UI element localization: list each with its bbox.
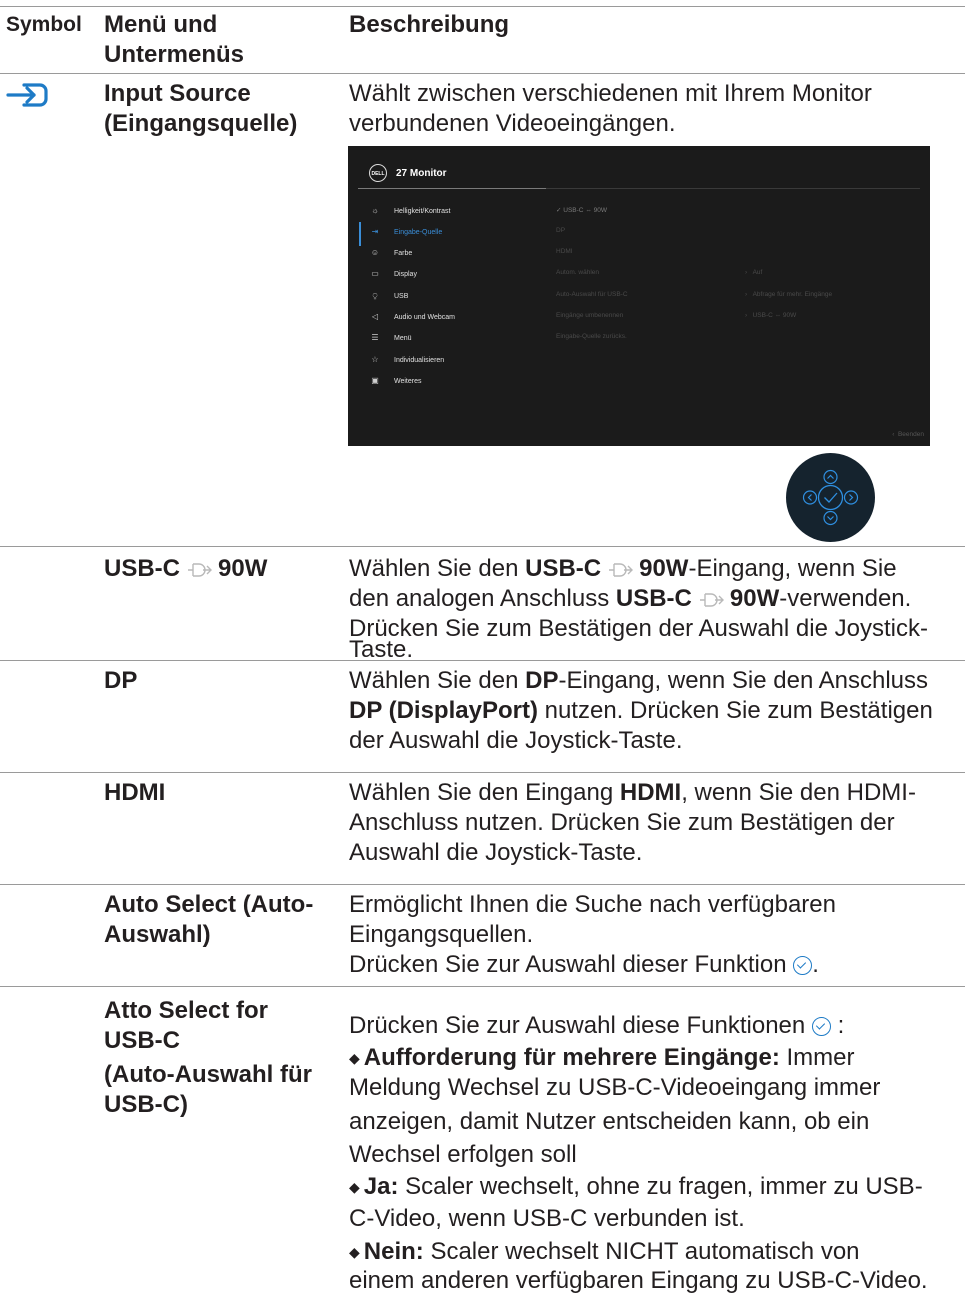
bullet-icon: ◆ — [349, 1179, 360, 1195]
osd-menu-item-personalize[interactable]: ☆ Individualisieren — [370, 355, 444, 364]
auto-select-label-line1: Auto Select (Auto- — [104, 891, 314, 918]
atto-bullet1-line4: Wechsel erfolgen soll — [349, 1141, 577, 1168]
others-icon: ▣ — [371, 376, 379, 385]
display-icon: ▭ — [371, 269, 379, 278]
osd-submenu-auto-select[interactable]: Autom. wählen — [556, 269, 599, 276]
atto-bullet1-line2: Meldung Wechsel zu USB-C-Videoeingang im… — [349, 1074, 881, 1101]
osd-exit[interactable]: ‹ Beenden — [892, 431, 924, 438]
row-rule — [0, 546, 965, 547]
auto-select-label-line2: Auswahl) — [104, 921, 211, 948]
row-rule — [0, 884, 965, 885]
usbc-label: USB-C 90W — [104, 554, 267, 588]
input-source-label-line1: Input Source — [104, 80, 251, 107]
joystick-confirm-icon — [793, 956, 813, 975]
atto-select-label-line2: USB-C — [104, 1027, 180, 1054]
joystick-icon — [786, 453, 875, 542]
palette-icon: ☺ — [370, 248, 380, 257]
osd-menu-item-color[interactable]: ☺ Farbe — [370, 248, 412, 257]
hdmi-desc-line1: Wählen Sie den Eingang HDMI, wenn Sie de… — [349, 779, 916, 806]
star-icon: ☆ — [371, 355, 379, 364]
input-source-desc-line1: Wählt zwischen verschiedenen mit Ihrem M… — [349, 80, 872, 107]
atto-select-label-line1: Atto Select for — [104, 997, 269, 1024]
header-rule — [0, 73, 965, 74]
osd-value-auto-usbc: › Abfrage für mehr. Eingänge — [745, 291, 833, 298]
osd-menu-item-menu[interactable]: ☰ Menü — [370, 333, 411, 342]
atto-select-label-line3: (Auto-Auswahl für — [104, 1061, 312, 1088]
usbc-desc-line3: Drücken Sie zum Bestätigen der Auswahl d… — [349, 615, 928, 642]
dell-logo: DELL — [369, 164, 387, 182]
osd-title-underline — [358, 188, 546, 189]
osd-menu-item-others[interactable]: ▣ Weiteres — [370, 376, 421, 385]
osd-submenu-rename[interactable]: Eingänge umbenennen — [556, 312, 623, 319]
atto-intro: Drücken Sie zur Auswahl diese Funktionen… — [349, 1012, 845, 1039]
auto-select-desc-line1: Ermöglicht Ihnen die Suche nach verfügba… — [349, 891, 836, 918]
joystick-confirm-icon — [811, 1017, 831, 1036]
menu-icon: ☰ — [371, 333, 379, 342]
osd-menu-item-audio[interactable]: ◁ Audio und Webcam — [370, 312, 455, 321]
chevron-right-icon: › — [745, 269, 753, 276]
dp-desc-line1: Wählen Sie den DP-Eingang, wenn Sie den … — [349, 667, 929, 694]
osd-title: 27 Monitor — [396, 168, 447, 179]
osd-value-rename: › USB-C ⇔ 90W — [745, 312, 797, 319]
osd-submenu-usbc[interactable]: ✓ USB-C ⇔ 90W — [556, 206, 607, 214]
atto-bullet1-line3: anzeigen, damit Nutzer entscheiden kann,… — [349, 1108, 870, 1135]
dp-desc-line3: der Auswahl die Joystick-Taste. — [349, 727, 683, 754]
atto-bullet3-line2: einem anderen verfügbaren Eingang zu USB… — [349, 1267, 928, 1294]
osd-value-auto-select: › Auf — [745, 269, 763, 276]
atto-bullet2-line1: ◆ Ja: Scaler wechselt, ohne zu fragen, im… — [349, 1173, 923, 1200]
header-menu-line2: Untermenüs — [104, 41, 245, 68]
osd-submenu-auto-usbc[interactable]: Auto-Auswahl für USB-C — [556, 291, 628, 298]
usbc-desc-line2: den analogen Anschluss USB-C 90W-verwende… — [349, 584, 911, 618]
input-source-desc-line2: verbundenen Videoeingängen. — [349, 110, 676, 137]
osd-submenu-dp[interactable]: DP — [556, 227, 565, 234]
osd-menu-item-display[interactable]: ▭ Display — [370, 269, 417, 278]
atto-bullet3-line1: ◆ Nein: Scaler wechselt NICHT automatisch… — [349, 1238, 860, 1265]
auto-select-desc-line2: Eingangsquellen. — [349, 921, 534, 948]
input-source-icon — [6, 80, 52, 110]
row-rule — [0, 772, 965, 773]
row-rule — [0, 660, 965, 661]
osd-menu-screenshot: DELL 27 Monitor ☼ Helligkeit/Kontrast ⇥ Ei… — [348, 146, 930, 446]
usb-pd-icon — [184, 558, 214, 588]
atto-select-label-line4: USB-C) — [104, 1091, 188, 1118]
input-icon: ⇥ — [371, 227, 379, 236]
atto-bullet1-line1: ◆ Aufforderung für mehrere Eingänge: Imme… — [349, 1044, 855, 1071]
osd-submenu-reset[interactable]: Eingabe-Quelle zurücks. — [556, 333, 627, 340]
header-description: Beschreibung — [349, 11, 510, 38]
brightness-icon: ☼ — [371, 206, 379, 215]
bullet-icon: ◆ — [349, 1244, 360, 1260]
header-menu-line1: Menü und — [104, 11, 218, 38]
hdmi-label: HDMI — [104, 779, 166, 806]
atto-bullet2-line2: C-Video, wenn USB-C verbunden ist. — [349, 1205, 745, 1232]
osd-menu-item-brightness[interactable]: ☼ Helligkeit/Kontrast — [370, 206, 450, 215]
osd-divider — [546, 188, 920, 189]
chevron-right-icon: › — [745, 312, 753, 319]
osd-menu-item-input-source[interactable]: ⇥ Eingabe-Quelle — [370, 227, 443, 236]
table-top-rule — [0, 6, 965, 7]
bullet-icon: ◆ — [349, 1050, 360, 1066]
dp-label: DP — [104, 667, 138, 694]
row-rule — [0, 986, 965, 987]
input-source-label-line2: (Eingangsquelle) — [104, 110, 298, 137]
chevron-right-icon: › — [745, 291, 753, 298]
usb-icon: ⍜ — [372, 291, 378, 300]
osd-selection-bar — [359, 222, 361, 246]
audio-icon: ◁ — [371, 312, 379, 321]
osd-submenu-hdmi[interactable]: HDMI — [556, 248, 573, 255]
hdmi-desc-line3: Auswahl die Joystick-Taste. — [349, 839, 643, 866]
usbc-desc-line4: Taste. — [349, 636, 414, 663]
hdmi-desc-line2: Anschluss nutzen. Drücken Sie zum Bestät… — [349, 809, 895, 836]
osd-menu-item-usb[interactable]: ⍜ USB — [370, 291, 409, 301]
header-symbol: Symbol — [6, 13, 82, 36]
dp-desc-line2: DP (DisplayPort) nutzen. Drücken Sie zum… — [349, 697, 933, 724]
usbc-desc-line1: Wählen Sie den USB-C 90W-Eingang, wenn Si… — [349, 554, 897, 588]
auto-select-desc-line3: Drücken Sie zur Auswahl dieser Funktion … — [349, 951, 819, 978]
